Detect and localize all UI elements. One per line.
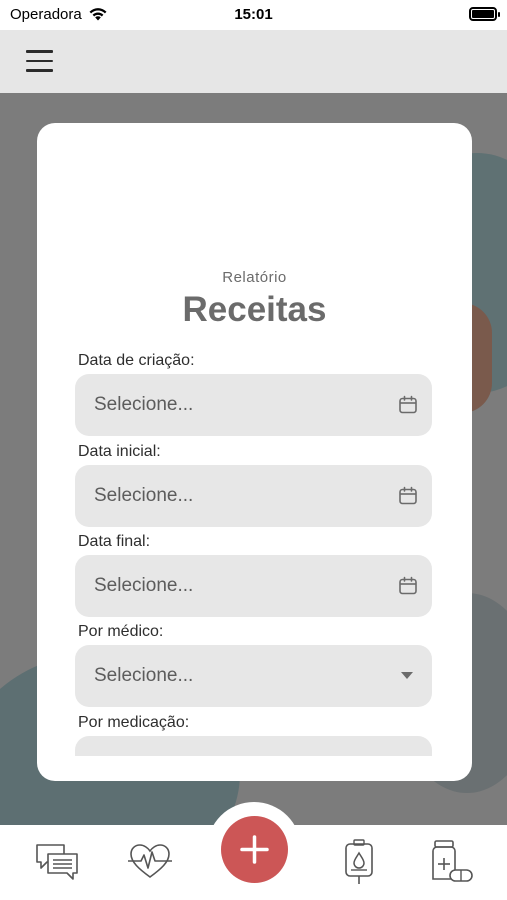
caret-down-icon: [401, 672, 413, 679]
doctor-filter-label: Por médico:: [78, 623, 164, 640]
end-date-field[interactable]: Selecione...: [75, 555, 432, 617]
status-time: 15:01: [234, 6, 273, 23]
medication-filter-select[interactable]: [75, 736, 432, 756]
creation-date-field[interactable]: Selecione...: [75, 374, 432, 436]
medication-icon[interactable]: [428, 839, 474, 885]
start-date-label: Data inicial:: [78, 443, 161, 460]
doctor-filter-placeholder: Selecione...: [94, 665, 194, 686]
report-subtitle: Relatório: [222, 269, 287, 286]
report-filter-card: Relatório Receitas Data de criação: Sele…: [37, 123, 472, 781]
blood-bag-icon[interactable]: [342, 839, 376, 885]
calendar-icon: [399, 395, 417, 414]
end-date-label: Data final:: [78, 533, 151, 550]
start-date-placeholder: Selecione...: [94, 485, 194, 506]
add-button[interactable]: [221, 816, 288, 883]
battery-icon: [469, 7, 500, 21]
hamburger-menu-icon[interactable]: [26, 50, 53, 72]
start-date-field[interactable]: Selecione...: [75, 465, 432, 527]
add-icon: [240, 835, 269, 864]
end-date-placeholder: Selecione...: [94, 575, 194, 596]
chat-icon[interactable]: [34, 842, 80, 882]
status-bar: Operadora 15:01: [0, 0, 507, 30]
creation-date-label: Data de criação:: [78, 352, 195, 369]
doctor-filter-select[interactable]: Selecione...: [75, 645, 432, 707]
medication-filter-label: Por medicação:: [78, 714, 190, 731]
creation-date-placeholder: Selecione...: [94, 394, 194, 415]
calendar-icon: [399, 486, 417, 505]
report-title: Receitas: [182, 290, 327, 329]
heartbeat-icon[interactable]: [127, 843, 173, 881]
calendar-icon: [399, 576, 417, 595]
app-bar: [0, 30, 507, 93]
